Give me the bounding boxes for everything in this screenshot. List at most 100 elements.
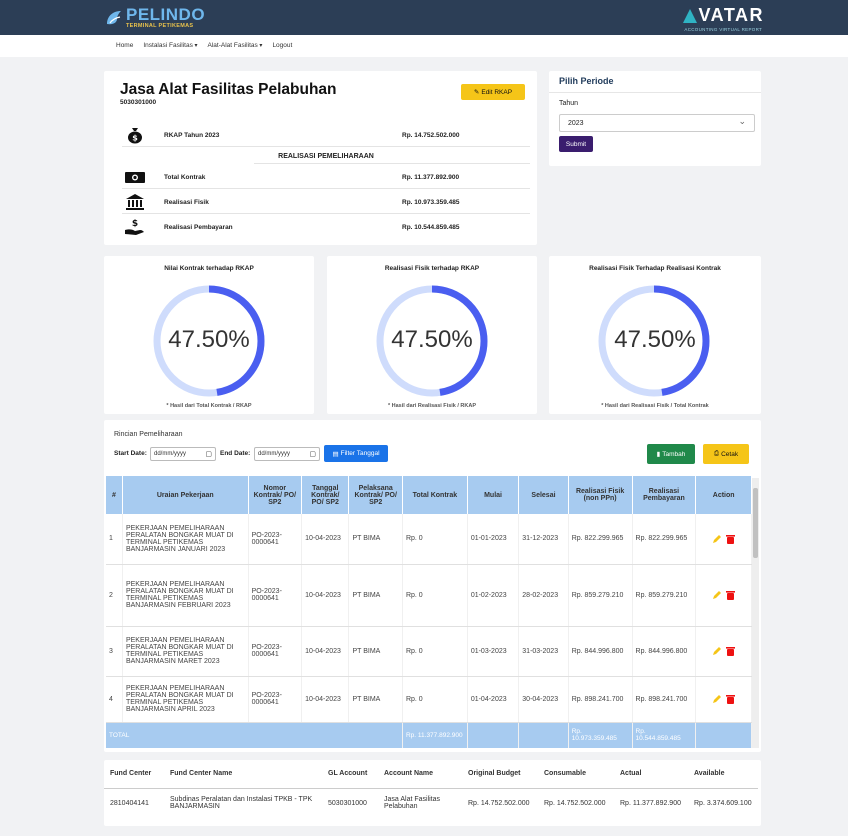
cell-available: Rp. 3.374.609.100 [694,799,752,807]
cell-original-budget: Rp. 14.752.502.000 [468,799,530,807]
cell-uraian: PEKERJAAN PEMELIHARAAN PERALATAN BONGKAR… [122,514,249,565]
calendar-icon: ▤ [332,450,339,458]
rkap-row: $ RKAP Tahun 2023 Rp. 14.752.502.000 [122,123,530,147]
fund-header-row: Fund Center Fund Center Name GL Account … [104,760,758,789]
col-available: Available [688,760,758,789]
cell-mulai: 01-03-2023 [467,626,520,677]
summary-card: Jasa Alat Fasilitas Pelabuhan 5030301000… [104,71,537,245]
cell-mulai: 01-04-2023 [467,676,520,723]
edit-icon[interactable] [712,646,722,656]
edit-icon[interactable] [712,534,722,544]
filter-tanggal-button[interactable]: ▤ Filter Tanggal [324,445,388,462]
chart-title: Realisasi Fisik terhadap RKAP [384,265,480,272]
pelindo-logo-icon [104,8,124,28]
top-header-bar: PELINDO TERMINAL PETIKEMAS VATAR ACCOUNT… [0,0,848,35]
realisasi-section-title: REALISASI PEMELIHARAAN [278,153,374,160]
col-consumable: Consumable [538,760,614,789]
chart-title: Nilai Kontrak terhadap RKAP [164,265,254,272]
filter-label: Filter Tanggal [340,450,380,457]
cell-selesai: 31-12-2023 [518,514,569,565]
delete-icon[interactable] [726,694,736,704]
edit-icon[interactable] [712,694,722,704]
cell-fund-center: 2810404141 [110,799,149,807]
fund-card: Fund Center Fund Center Name GL Account … [104,760,761,826]
cell-total: Rp. 0 [402,676,468,723]
cell-uraian: PEKERJAAN PEMELIHARAAN PERALATAN BONGKAR… [122,676,249,723]
cell-action [695,626,752,677]
cell-no: 4 [106,676,123,723]
end-date-input[interactable]: dd/mm/yyyy ▢ [254,447,320,461]
cell-nomor: PO-2023-0000641 [248,626,303,677]
donut-percent: 47.50% [614,326,696,353]
tambah-button[interactable]: ▮ Tambah [647,444,695,464]
nav-instalasi-fasilitas[interactable]: Instalasi Fasilitas [143,42,197,49]
nav-alat-fasilitas[interactable]: Alat-Alat Fasilitas [208,42,263,49]
chart-title: Realisasi Fisik Terhadap Realisasi Kontr… [589,265,721,272]
cell-action [695,564,752,627]
delete-icon[interactable] [726,590,736,600]
cell-fisik: Rp. 822.299.965 [568,514,633,565]
end-date-placeholder: dd/mm/yyyy [258,451,291,457]
svg-text:$: $ [132,134,138,143]
col-bayar: Realisasi Pembayaran [632,476,697,514]
donut-percent: 47.50% [168,326,250,353]
cell-uraian: PEKERJAAN PEMELIHARAAN PERALATAN BONGKAR… [122,564,249,627]
chart-note: * Hasil dari Total Kontrak / RKAP [166,403,252,409]
cetak-button[interactable]: ⎙ Cetak [703,444,749,464]
cell-mulai: 01-01-2023 [467,514,520,565]
printer-icon: ⎙ [713,450,720,457]
brand-name: PELINDO [126,5,206,24]
periode-divider [549,92,761,93]
cell-nomor: PO-2023-0000641 [248,514,303,565]
rincian-card: Rincian Pemeliharaan Start Date: dd/mm/y… [104,420,761,752]
money-bag-icon: $ [124,126,146,144]
col-pelaksana: Pelaksana Kontrak/ PO/ SP2 [348,476,403,514]
cell-actual: Rp. 11.377.892.900 [620,799,681,807]
account-code: 5030301000 [120,99,157,106]
cell-uraian: PEKERJAAN PEMELIHARAAN PERALATAN BONGKAR… [122,626,249,677]
calendar-icon[interactable]: ▢ [309,450,316,458]
col-selesai: Selesai [518,476,569,514]
cell-selesai: 31-03-2023 [518,626,569,677]
scrollbar-thumb[interactable] [753,488,758,558]
bank-icon [124,193,146,211]
total-label: TOTAL [106,722,403,748]
cell-no: 2 [106,564,123,627]
rkap-label: RKAP Tahun 2023 [164,132,220,139]
cell-pelaksana: PT BIMA [348,514,403,565]
cell-no: 3 [106,626,123,677]
submit-button[interactable]: Submit [559,136,593,152]
edit-icon: ✎ [473,89,480,96]
cell-tanggal: 10-04-2023 [301,676,350,723]
table-scrollbar[interactable] [752,478,759,748]
col-action: Action [695,476,752,514]
col-fund-center: Fund Center [104,760,164,789]
calendar-icon[interactable]: ▢ [205,450,212,458]
col-mulai: Mulai [467,476,520,514]
table-header-row: # Uraian Pekerjaan Nomor Kontrak/ PO/ SP… [106,476,752,514]
cell-total: Rp. 0 [402,626,468,677]
delete-icon[interactable] [726,646,736,656]
nav-home[interactable]: Home [116,42,133,49]
total-empty [467,722,520,748]
table-row: 3 PEKERJAAN PEMELIHARAAN PERALATAN BONGK… [106,626,752,677]
col-account-name: Account Name [378,760,462,789]
nav-logout[interactable]: Logout [272,42,292,49]
pelindo-logo[interactable]: PELINDO TERMINAL PETIKEMAS [104,6,205,30]
edit-rkap-button[interactable]: ✎ Edit RKAP [461,84,525,100]
chart-note: * Hasil dari Realisasi Fisik / Total Kon… [601,403,709,409]
svg-text:$: $ [132,219,138,229]
tahun-select[interactable]: 2023 [559,114,755,132]
avatar-brand-name: VATAR [698,5,764,25]
cell-tanggal: 10-04-2023 [301,626,350,677]
start-date-input[interactable]: dd/mm/yyyy ▢ [150,447,216,461]
tahun-label: Tahun [559,100,579,107]
delete-icon[interactable] [726,534,736,544]
total-kontrak-value: Rp. 11.377.892.900 [402,174,460,181]
chart-note: * Hasil dari Realisasi Fisik / RKAP [387,403,477,409]
total-empty [695,722,752,748]
total-bayar-cell: Rp. 10.544.859.485 [632,722,697,748]
edit-icon[interactable] [712,590,722,600]
col-gl-account: GL Account [322,760,378,789]
cell-fisik: Rp. 898.241.700 [568,676,633,723]
